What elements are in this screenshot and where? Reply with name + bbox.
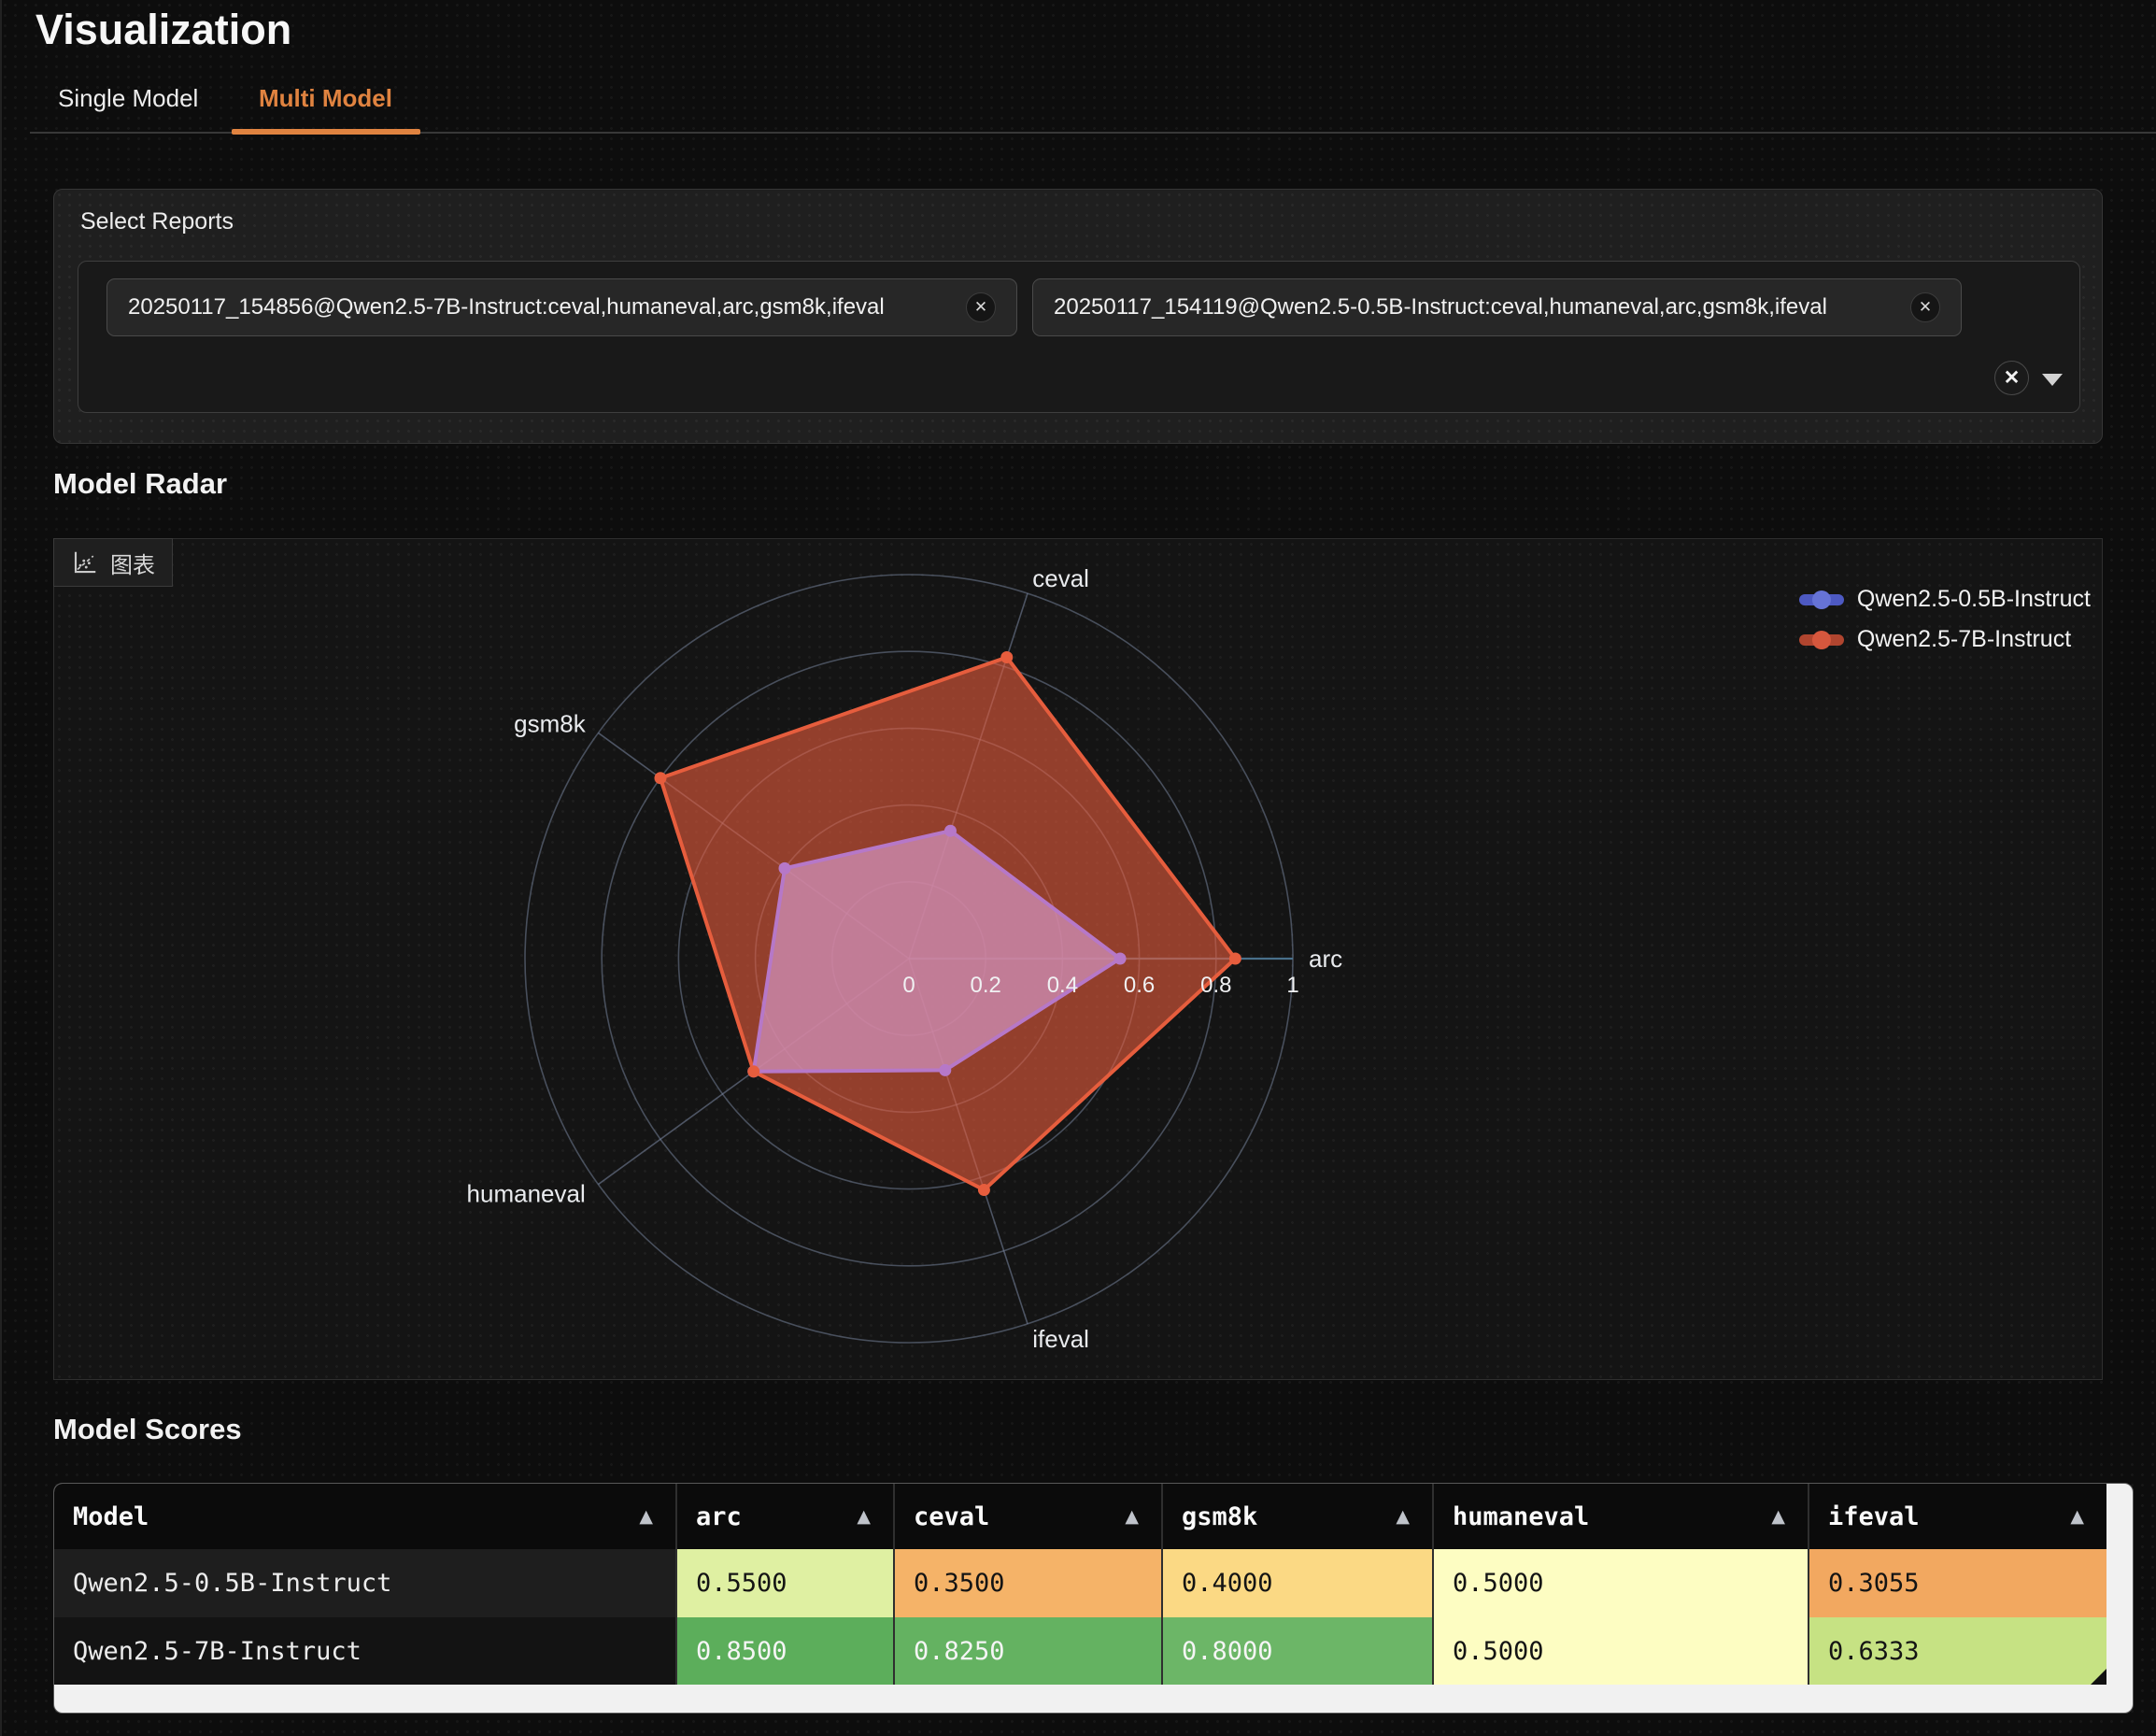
svg-text:ifeval: ifeval	[1032, 1325, 1089, 1353]
legend-dot	[1812, 591, 1831, 609]
svg-text:ceval: ceval	[1032, 564, 1089, 592]
column-label: ceval	[914, 1502, 989, 1531]
model-name-cell: Qwen2.5-0.5B-Instruct	[54, 1549, 676, 1617]
score-cell: 0.8000	[1162, 1617, 1433, 1685]
tab-multi-model[interactable]: Multi Model	[259, 84, 392, 113]
select-reports-panel: Select Reports 20250117_154856@Qwen2.5-7…	[53, 189, 2103, 444]
column-label: humaneval	[1453, 1502, 1589, 1531]
sort-ascending-icon[interactable]: ▲	[1396, 1506, 1410, 1527]
table-row: Qwen2.5-0.5B-Instruct0.55000.35000.40000…	[54, 1549, 2106, 1617]
svg-text:gsm8k: gsm8k	[514, 709, 587, 737]
column-header-arc[interactable]: arc ▲	[676, 1484, 894, 1549]
scores-section-heading: Model Scores	[53, 1413, 242, 1446]
svg-text:arc: arc	[1309, 945, 1342, 973]
column-label: Model	[73, 1502, 149, 1531]
svg-text:1: 1	[1286, 973, 1298, 998]
table-row: Qwen2.5-7B-Instruct0.85000.82500.80000.5…	[54, 1617, 2106, 1685]
legend-line-marker	[1799, 634, 1844, 646]
svg-text:0: 0	[902, 973, 915, 998]
score-cell: 0.5000	[1433, 1617, 1808, 1685]
column-header-model[interactable]: Model ▲	[54, 1484, 676, 1549]
svg-text:0.4: 0.4	[1047, 973, 1078, 998]
score-cell: 0.3055	[1808, 1549, 2106, 1617]
report-chip-label: 20250117_154119@Qwen2.5-0.5B-Instruct:ce…	[1054, 294, 1827, 320]
report-chip-label: 20250117_154856@Qwen2.5-7B-Instruct:ceva…	[128, 294, 885, 320]
legend-line-marker	[1799, 594, 1844, 605]
dropdown-caret-icon[interactable]	[2042, 374, 2063, 386]
page-title: Visualization	[35, 6, 291, 54]
model-scores-table: Model▲arc▲ceval▲gsm8k▲humaneval▲ifeval▲ …	[54, 1484, 2106, 1685]
score-cell: 0.8250	[894, 1617, 1162, 1685]
svg-text:0.6: 0.6	[1124, 973, 1155, 998]
resize-grip[interactable]	[2091, 1669, 2106, 1685]
svg-text:humaneval: humaneval	[467, 1180, 586, 1208]
radar-chart: 0 0.2 0.4 0.6 0.8 1 arc ceval gsm8k humaneval ifev…	[54, 539, 2102, 1379]
column-header-ifeval[interactable]: ifeval ▲	[1808, 1484, 2106, 1549]
score-cell: 0.6333	[1808, 1617, 2106, 1685]
score-cell: 0.4000	[1162, 1549, 1433, 1617]
column-label: ifeval	[1828, 1502, 1920, 1531]
column-label: arc	[696, 1502, 742, 1531]
score-cell: 0.3500	[894, 1549, 1162, 1617]
column-header-gsm8k[interactable]: gsm8k ▲	[1162, 1484, 1433, 1549]
reports-multiselect[interactable]: 20250117_154856@Qwen2.5-7B-Instruct:ceva…	[78, 261, 2080, 413]
sort-ascending-icon[interactable]: ▲	[1125, 1506, 1139, 1527]
report-chip[interactable]: 20250117_154119@Qwen2.5-0.5B-Instruct:ce…	[1032, 278, 1962, 336]
sort-ascending-icon[interactable]: ▲	[2070, 1506, 2084, 1527]
legend-item[interactable]: Qwen2.5-7B-Instruct	[1799, 626, 2091, 653]
left-edge-divider	[0, 0, 2, 1736]
select-reports-label: Select Reports	[80, 208, 234, 235]
sort-ascending-icon[interactable]: ▲	[1771, 1506, 1785, 1527]
sort-ascending-icon[interactable]: ▲	[857, 1506, 871, 1527]
table-header-row: Model ▲ arc ▲ ceval ▲ gsm8k ▲ humaneval ▲ ifeval ▲	[54, 1484, 2106, 1549]
legend-dot	[1812, 631, 1831, 649]
report-chip[interactable]: 20250117_154856@Qwen2.5-7B-Instruct:ceva…	[106, 278, 1017, 336]
chip-remove-icon[interactable]: ✕	[1910, 292, 1940, 322]
clear-all-button[interactable]: ✕	[1994, 361, 2029, 395]
tab-single-model[interactable]: Single Model	[58, 84, 198, 113]
active-tab-indicator	[232, 129, 420, 135]
svg-text:0.2: 0.2	[971, 973, 1001, 998]
score-cell: 0.5500	[676, 1549, 894, 1617]
sort-ascending-icon[interactable]: ▲	[639, 1506, 653, 1527]
legend-label: Qwen2.5-7B-Instruct	[1857, 626, 2071, 653]
score-cell: 0.5000	[1433, 1549, 1808, 1617]
score-cell: 0.8500	[676, 1617, 894, 1685]
column-header-humaneval[interactable]: humaneval ▲	[1433, 1484, 1808, 1549]
legend-label: Qwen2.5-0.5B-Instruct	[1857, 586, 2091, 613]
model-scores-table-container: Model▲arc▲ceval▲gsm8k▲humaneval▲ifeval▲ …	[53, 1483, 2134, 1714]
svg-text:0.8: 0.8	[1200, 973, 1231, 998]
scatter-chart-icon	[71, 548, 99, 576]
legend-item[interactable]: Qwen2.5-0.5B-Instruct	[1799, 586, 2091, 613]
chart-tab[interactable]: 图表	[53, 538, 173, 587]
column-header-ceval[interactable]: ceval ▲	[894, 1484, 1162, 1549]
chip-remove-icon[interactable]: ✕	[966, 292, 996, 322]
radar-section-heading: Model Radar	[53, 467, 227, 501]
model-name-cell: Qwen2.5-7B-Instruct	[54, 1617, 676, 1685]
chart-tab-label: 图表	[110, 547, 155, 579]
chart-legend: Qwen2.5-0.5B-Instruct Qwen2.5-7B-Instruct	[1799, 586, 2091, 653]
radar-chart-card: 0 0.2 0.4 0.6 0.8 1 arc ceval gsm8k humaneval ifev…	[53, 538, 2103, 1380]
column-label: gsm8k	[1182, 1502, 1257, 1531]
